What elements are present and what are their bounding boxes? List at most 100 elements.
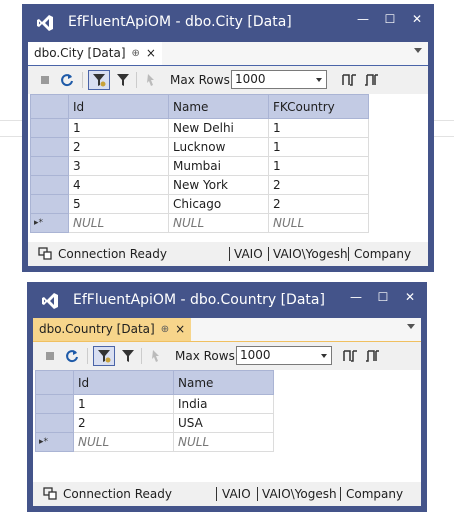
table-row[interactable]: 5 Chicago 2 xyxy=(30,194,369,214)
cell-name[interactable]: NULL xyxy=(173,432,274,452)
cell-fkcountry[interactable]: 1 xyxy=(268,118,369,138)
cell-fkcountry[interactable]: NULL xyxy=(268,213,369,233)
toolbar-separator xyxy=(82,72,83,88)
tab-strip: dbo.City [Data] ⊕ × xyxy=(28,42,428,67)
cell-name[interactable]: India xyxy=(173,394,274,414)
refresh-button[interactable] xyxy=(63,347,81,365)
cell-id[interactable]: 2 xyxy=(68,137,169,157)
row-header[interactable] xyxy=(35,413,74,433)
cell-id[interactable]: NULL xyxy=(68,213,169,233)
apply-filter-button[interactable] xyxy=(93,346,115,366)
cell-id[interactable]: 5 xyxy=(68,194,169,214)
minimize-button[interactable]: — xyxy=(352,10,374,28)
title-bar[interactable]: EfFluentApiOM - dbo.City [Data] — ☐ ✕ xyxy=(22,4,434,40)
column-header-id[interactable]: Id xyxy=(68,94,169,119)
pin-icon[interactable]: ⊕ xyxy=(161,318,169,341)
filter-button[interactable] xyxy=(114,71,132,89)
header-row: Id Name FKCountry xyxy=(30,94,369,119)
table-row[interactable]: 2 Lucknow 1 xyxy=(30,137,369,157)
tab-close-icon[interactable]: × xyxy=(175,318,185,341)
filter-icon xyxy=(122,350,134,362)
cell-name[interactable]: Chicago xyxy=(168,194,269,214)
visual-studio-icon xyxy=(37,15,53,31)
cell-fkcountry[interactable]: 1 xyxy=(268,137,369,157)
cell-fkcountry[interactable]: 2 xyxy=(268,194,369,214)
text-layout-icon xyxy=(365,74,378,86)
row-header[interactable] xyxy=(30,194,69,214)
grid-layout-button[interactable] xyxy=(341,347,359,365)
table-row[interactable]: 4 New York 2 xyxy=(30,175,369,195)
tab-country-data[interactable]: dbo.Country [Data] ⊕ × xyxy=(33,318,192,341)
table-row[interactable]: 2 USA xyxy=(35,413,274,433)
cell-id[interactable]: 3 xyxy=(68,156,169,176)
close-button[interactable]: ✕ xyxy=(406,10,428,28)
table-row[interactable]: 1 New Delhi 1 xyxy=(30,118,369,138)
max-rows-select[interactable]: 1000 xyxy=(231,70,327,89)
column-header-name[interactable]: Name xyxy=(173,370,274,395)
stop-icon xyxy=(41,76,49,84)
row-header[interactable] xyxy=(35,394,74,414)
cell-id[interactable]: 1 xyxy=(73,394,174,414)
cell-name[interactable]: Lucknow xyxy=(168,137,269,157)
row-header[interactable] xyxy=(30,156,69,176)
visual-studio-icon xyxy=(42,293,58,309)
grid-layout-button[interactable] xyxy=(340,71,358,89)
column-header-name[interactable]: Name xyxy=(168,94,269,119)
corner-cell[interactable] xyxy=(30,94,69,119)
close-button[interactable]: ✕ xyxy=(399,288,421,306)
chevron-down-icon xyxy=(316,78,322,82)
text-layout-button[interactable] xyxy=(362,71,380,89)
corner-cell[interactable] xyxy=(35,370,74,395)
tab-close-icon[interactable]: × xyxy=(146,42,156,65)
status-database: Company xyxy=(346,487,404,501)
cell-name[interactable]: New York xyxy=(168,175,269,195)
cell-name[interactable]: USA xyxy=(173,413,274,433)
tab-menu-chevron-icon[interactable] xyxy=(407,324,415,329)
filter-button[interactable] xyxy=(119,347,137,365)
chevron-down-icon xyxy=(321,354,327,358)
stop-button[interactable] xyxy=(36,71,54,89)
minimize-button[interactable]: — xyxy=(345,288,367,306)
new-row-marker[interactable]: ▸* xyxy=(35,432,74,452)
new-row-marker[interactable]: ▸* xyxy=(30,213,69,233)
stop-button[interactable] xyxy=(41,347,59,365)
script-button[interactable] xyxy=(147,347,165,365)
grid-layout-icon xyxy=(343,350,357,362)
text-layout-button[interactable] xyxy=(363,347,381,365)
column-header-id[interactable]: Id xyxy=(73,370,174,395)
connection-status: Connection Ready xyxy=(58,247,167,261)
maximize-button[interactable]: ☐ xyxy=(379,10,401,28)
row-header[interactable] xyxy=(30,118,69,138)
cell-id[interactable]: 4 xyxy=(68,175,169,195)
status-divider xyxy=(257,487,258,501)
maximize-button[interactable]: ☐ xyxy=(372,288,394,306)
table-row[interactable]: 1 India xyxy=(35,394,274,414)
table-row[interactable]: 3 Mumbai 1 xyxy=(30,156,369,176)
apply-filter-button[interactable] xyxy=(88,70,110,90)
tab-city-data[interactable]: dbo.City [Data] ⊕ × xyxy=(28,42,162,65)
pin-icon[interactable]: ⊕ xyxy=(132,42,140,65)
text-layout-icon xyxy=(366,350,379,362)
status-user: VAIO\Yogesh xyxy=(262,487,337,501)
column-header-fkcountry[interactable]: FKCountry xyxy=(268,94,369,119)
tab-menu-chevron-icon[interactable] xyxy=(414,48,422,53)
cell-name[interactable]: Mumbai xyxy=(168,156,269,176)
cell-fkcountry[interactable]: 1 xyxy=(268,156,369,176)
row-header[interactable] xyxy=(30,137,69,157)
cell-name[interactable]: NULL xyxy=(168,213,269,233)
data-grid: Id Name FKCountry 1 New Delhi 1 2 Luckno… xyxy=(30,94,369,233)
status-bar: Connection Ready VAIO VAIO\Yogesh Compan… xyxy=(28,242,428,266)
connection-icon xyxy=(38,247,52,260)
script-button[interactable] xyxy=(142,71,160,89)
new-row[interactable]: ▸* NULL NULL NULL xyxy=(30,213,369,233)
cell-fkcountry[interactable]: 2 xyxy=(268,175,369,195)
refresh-button[interactable] xyxy=(58,71,76,89)
cell-id[interactable]: NULL xyxy=(73,432,174,452)
max-rows-select[interactable]: 1000 xyxy=(236,346,332,365)
cell-name[interactable]: New Delhi xyxy=(168,118,269,138)
title-bar[interactable]: EfFluentApiOM - dbo.Country [Data] — ☐ ✕ xyxy=(27,282,427,318)
row-header[interactable] xyxy=(30,175,69,195)
cell-id[interactable]: 2 xyxy=(73,413,174,433)
cell-id[interactable]: 1 xyxy=(68,118,169,138)
new-row[interactable]: ▸* NULL NULL xyxy=(35,432,274,452)
